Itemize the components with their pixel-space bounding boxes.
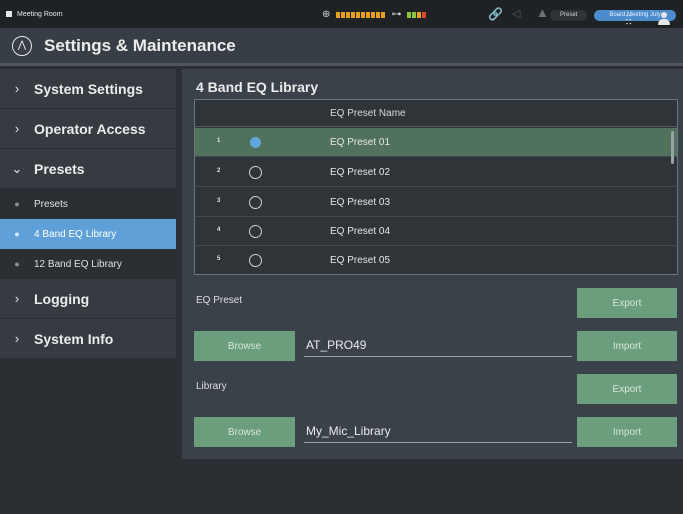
column-header-name: EQ Preset Name	[330, 108, 406, 119]
chevron-right-icon: ›	[14, 331, 20, 346]
table-scrollbar[interactable]	[671, 131, 674, 164]
sidebar-subitem-presets[interactable]: ● Presets	[0, 189, 176, 219]
link-icon[interactable]: 🔗	[488, 7, 503, 21]
chevron-right-icon: ›	[14, 291, 20, 306]
export-library-button[interactable]: Export	[577, 374, 677, 404]
mixer-icon[interactable]: ⫶⫶	[625, 12, 632, 29]
sidebar-subitem-label: 12 Band EQ Library	[34, 258, 122, 270]
radio-button[interactable]	[249, 254, 262, 267]
logo-icon: ⋀	[12, 35, 32, 56]
sidebar-item-label: Presets	[34, 160, 85, 177]
sidebar-item-label: System Settings	[34, 80, 143, 97]
header-bar: ⋀ Settings & Maintenance	[0, 28, 683, 66]
row-number: 3	[217, 198, 221, 204]
table-row[interactable]: 2 EQ Preset 02	[195, 158, 677, 187]
chevron-right-icon: ›	[14, 121, 20, 136]
browse-eq-preset-button[interactable]: Browse	[194, 331, 295, 361]
row-number: 1	[217, 138, 221, 144]
preset-name: EQ Preset 02	[330, 167, 391, 178]
row-number: 4	[217, 227, 221, 233]
table-header: EQ Preset Name	[195, 100, 677, 127]
sidebar-item-label: Logging	[34, 290, 90, 307]
row-number: 2	[217, 168, 221, 174]
preset-name: EQ Preset 04	[330, 226, 391, 237]
sidebar-item-system-info[interactable]: › System Info	[0, 319, 176, 359]
section-title: 4 Band EQ Library	[196, 79, 319, 95]
chevron-down-icon: ⌄	[11, 160, 23, 176]
table-row[interactable]: 4 EQ Preset 04	[195, 217, 677, 246]
warning-icon[interactable]: ▲	[536, 5, 549, 20]
sidebar-item-system-settings[interactable]: › System Settings	[0, 69, 176, 109]
library-file-field[interactable]: My_Mic_Library	[304, 419, 572, 443]
user-icon[interactable]	[657, 12, 671, 26]
browse-library-button[interactable]: Browse	[194, 417, 295, 447]
table-row[interactable]: 1 EQ Preset 01	[195, 128, 677, 157]
sidebar-item-label: Operator Access	[34, 120, 146, 137]
preset-name: EQ Preset 03	[330, 197, 391, 208]
preset-button[interactable]: Preset	[550, 10, 588, 21]
import-library-button[interactable]: Import	[577, 417, 677, 447]
sidebar-subitem-label: 4 Band EQ Library	[34, 228, 117, 240]
eq-preset-label: EQ Preset	[196, 295, 243, 306]
output-icon: ⊶	[391, 9, 402, 20]
chevron-right-icon: ›	[14, 81, 20, 96]
radio-button[interactable]	[249, 225, 262, 238]
eq-preset-table: EQ Preset Name 1 EQ Preset 01 2 EQ Prese…	[194, 99, 678, 275]
sidebar-subitem-12-band-eq-library[interactable]: ● 12 Band EQ Library	[0, 249, 176, 279]
table-row[interactable]: 5 EQ Preset 05	[195, 246, 677, 275]
signal-meters: ⊕ ⊶	[322, 9, 427, 20]
row-number: 5	[217, 256, 221, 262]
sidebar-item-logging[interactable]: › Logging	[0, 279, 176, 319]
radio-button[interactable]	[249, 196, 262, 209]
table-row[interactable]: 3 EQ Preset 03	[195, 188, 677, 217]
sidebar: › System Settings › Operator Access ⌄ Pr…	[0, 69, 176, 514]
room-indicator-icon	[6, 11, 12, 17]
output-level-meter	[407, 11, 427, 18]
bullet-icon: ●	[14, 199, 20, 209]
eq-preset-file-field[interactable]: AT_PRO49	[304, 333, 572, 357]
sidebar-item-label: System Info	[34, 330, 114, 347]
input-level-meter	[336, 11, 386, 18]
input-icon: ⊕	[322, 9, 331, 20]
room-name: Meeting Room	[17, 10, 63, 18]
sidebar-subitem-label: Presets	[34, 198, 68, 210]
bullet-icon: ●	[14, 259, 20, 269]
page-title: Settings & Maintenance	[44, 35, 236, 55]
mute-icon[interactable]: ◁	[512, 7, 520, 20]
import-eq-preset-button[interactable]: Import	[577, 331, 677, 361]
export-eq-preset-button[interactable]: Export	[577, 288, 677, 318]
library-label: Library	[196, 381, 227, 392]
sidebar-subitem-4-band-eq-library[interactable]: ● 4 Band EQ Library	[0, 219, 176, 249]
bullet-icon: ●	[14, 229, 20, 239]
radio-button[interactable]	[249, 166, 262, 179]
sidebar-item-operator-access[interactable]: › Operator Access	[0, 109, 176, 149]
preset-name: EQ Preset 05	[330, 255, 391, 266]
main-panel: 4 Band EQ Library EQ Preset Name 1 EQ Pr…	[182, 69, 683, 459]
preset-name: EQ Preset 01	[330, 137, 391, 148]
sidebar-item-presets[interactable]: ⌄ Presets	[0, 149, 176, 189]
radio-button[interactable]	[250, 137, 261, 148]
